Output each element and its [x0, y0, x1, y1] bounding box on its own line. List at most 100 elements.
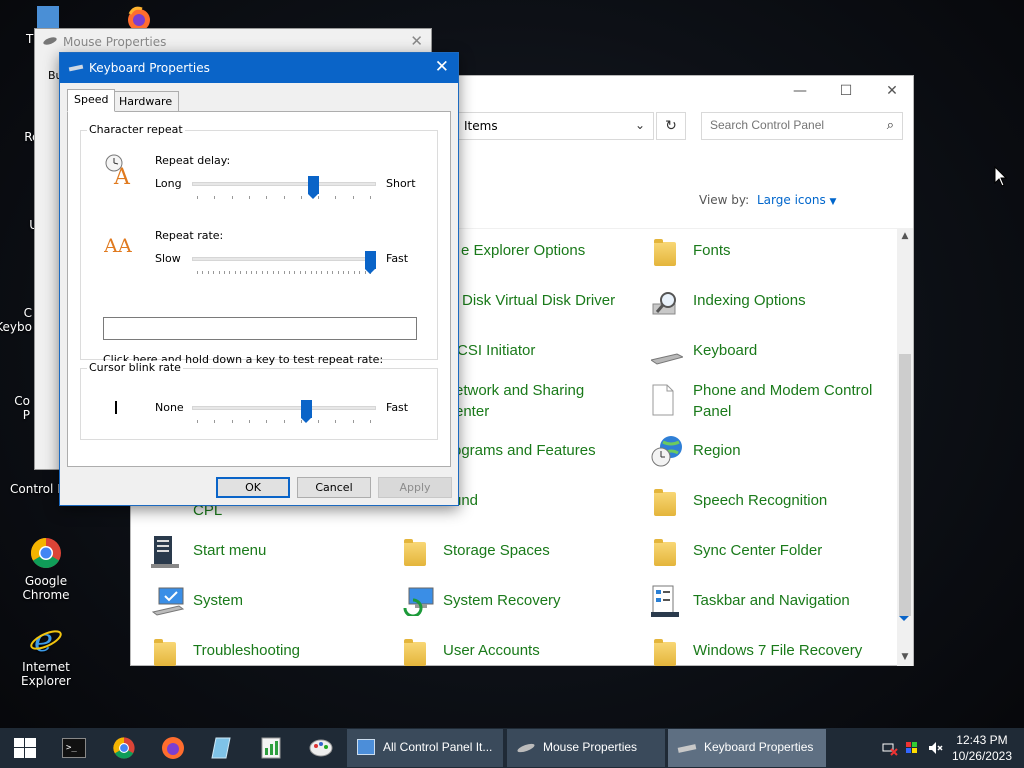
- system-clock[interactable]: 12:43 PM 10/26/2023: [952, 732, 1012, 764]
- repeat-delay-icon: A: [104, 152, 136, 190]
- close-button[interactable]: ✕: [435, 57, 449, 77]
- slider-tick: [261, 271, 263, 274]
- refresh-button[interactable]: ↻: [656, 112, 686, 140]
- cp-item-storage-spaces[interactable]: Storage Spaces: [404, 539, 550, 566]
- desktop-icon-chrome[interactable]: Google Chrome: [4, 536, 88, 602]
- cp-item-indexing-options[interactable]: Indexing Options: [652, 290, 806, 315]
- terminal-icon[interactable]: >_: [62, 738, 86, 758]
- minimize-button[interactable]: —: [777, 78, 823, 104]
- slider-track: [192, 182, 376, 186]
- folder-icon: [401, 539, 429, 568]
- maximize-button[interactable]: ☐: [823, 78, 869, 104]
- spreadsheet-icon[interactable]: [259, 736, 283, 760]
- tab-hardware[interactable]: Hardware: [112, 91, 180, 112]
- slider-thumb[interactable]: [307, 176, 319, 199]
- slider-tick: [283, 196, 285, 199]
- cp-item-phone-modem[interactable]: Phone and Modem Control Panel: [652, 380, 872, 422]
- slider-tick: [248, 420, 250, 423]
- system-icon: [151, 586, 185, 616]
- cp-item-iscsi-disk[interactable]: Disk Virtual Disk Driver: [462, 290, 615, 311]
- title-bar[interactable]: Keyboard Properties ✕: [60, 53, 458, 83]
- slider-tick: [213, 271, 215, 274]
- volume-muted-icon[interactable]: [928, 740, 944, 756]
- folder-icon: [651, 489, 679, 518]
- slider-tick: [337, 271, 339, 274]
- cp-item-label: CSI Initiator: [457, 342, 536, 359]
- tab-speed[interactable]: Speed: [67, 89, 116, 112]
- cp-item-keyboard[interactable]: Keyboard: [649, 340, 757, 365]
- cp-item-start-menu[interactable]: Start menu: [151, 536, 266, 568]
- folder-icon: [151, 639, 179, 666]
- cp-item-network-sharing[interactable]: etwork and Sharing enter: [455, 380, 584, 422]
- desktop-icon-label: Internet Explorer: [21, 660, 71, 688]
- refresh-icon: ↻: [665, 118, 677, 134]
- paint-icon[interactable]: [308, 736, 333, 760]
- cp-item-taskbar-navigation[interactable]: Taskbar and Navigation: [651, 585, 850, 617]
- start-button[interactable]: [14, 738, 36, 758]
- slider-tick: [202, 271, 204, 274]
- cp-item-label: Indexing Options: [693, 292, 806, 309]
- test-repeat-field[interactable]: [103, 317, 417, 340]
- cp-item-speech-recognition[interactable]: Speech Recognition: [654, 489, 827, 516]
- search-icon[interactable]: ⌕: [887, 118, 894, 133]
- view-by-dropdown[interactable]: Large icons ▼: [757, 193, 836, 207]
- vertical-scrollbar[interactable]: ▲ ▼: [897, 228, 913, 666]
- color-display-icon[interactable]: [905, 740, 921, 756]
- desktop-icon-ie[interactable]: e Internet Explorer: [4, 621, 88, 688]
- cp-item-label: Taskbar and Navigation: [693, 592, 850, 609]
- slider-tick: [300, 196, 302, 199]
- slider-thumb[interactable]: [300, 400, 312, 423]
- close-button[interactable]: ✕: [869, 78, 915, 104]
- clock-time: 12:43 PM: [956, 733, 1008, 747]
- cp-item-user-accounts[interactable]: User Accounts: [404, 639, 540, 666]
- taskbar-task-mouse-properties[interactable]: Mouse Properties: [507, 729, 665, 767]
- search-box[interactable]: ⌕: [701, 112, 903, 140]
- tab-page-speed: Character repeat A Repeat delay: Long Sh…: [67, 111, 451, 467]
- address-bar[interactable]: Items ⌄: [449, 112, 654, 140]
- slider-thumb[interactable]: [365, 251, 376, 274]
- taskbar-task-keyboard-properties[interactable]: Keyboard Properties: [668, 729, 826, 767]
- cancel-button[interactable]: Cancel: [297, 477, 371, 498]
- chevron-down-icon[interactable]: ⌄: [635, 118, 645, 132]
- repeat-delay-label: Repeat delay:: [155, 154, 231, 167]
- cp-item-label: Storage Spaces: [443, 542, 550, 559]
- taskbar-icon: [651, 584, 679, 617]
- notepad-icon[interactable]: [210, 736, 234, 760]
- cursor-blink-slider[interactable]: [192, 398, 376, 428]
- cp-item-label: User Accounts: [443, 642, 540, 659]
- close-button[interactable]: ✕: [410, 32, 423, 50]
- cp-item-system[interactable]: System: [151, 587, 244, 616]
- firefox-icon[interactable]: [161, 736, 185, 760]
- cp-item-region[interactable]: Region: [651, 436, 741, 467]
- slider-tick: [256, 271, 258, 274]
- ok-button[interactable]: OK: [216, 477, 290, 498]
- slider-tick: [266, 196, 268, 199]
- cp-item-programs-features[interactable]: ograms and Features: [453, 440, 596, 461]
- search-input[interactable]: [710, 118, 870, 132]
- repeat-delay-slider[interactable]: [192, 174, 376, 204]
- cp-item-fonts[interactable]: Fonts: [654, 239, 731, 266]
- group-legend: Cursor blink rate: [87, 361, 183, 374]
- cp-item-internet-options[interactable]: e Explorer Options: [461, 240, 585, 261]
- cp-item-windows7-file-recovery[interactable]: Windows 7 File Recovery: [654, 639, 862, 666]
- keyboard-icon: [677, 744, 697, 753]
- scroll-up-arrow[interactable]: ▲: [897, 231, 913, 241]
- cp-item-iscsi-initiator[interactable]: CSI Initiator: [457, 340, 535, 361]
- apply-button[interactable]: Apply: [378, 477, 452, 498]
- cp-item-system-recovery[interactable]: System Recovery: [403, 587, 561, 618]
- chrome-icon[interactable]: [112, 736, 136, 760]
- view-by-value: Large icons: [757, 193, 826, 207]
- cp-item-label: System: [193, 592, 244, 609]
- chrome-icon: [29, 536, 63, 570]
- firefox-desktop-icon[interactable]: [124, 6, 154, 31]
- scrollbar-thumb[interactable]: [899, 354, 911, 621]
- cp-item-troubleshooting[interactable]: Troubleshooting: [154, 639, 300, 666]
- mouse-icon: [42, 35, 58, 47]
- slider-tick: [207, 271, 209, 274]
- taskbar-task-control-panel[interactable]: All Control Panel It...: [347, 729, 503, 767]
- cp-item-sync-center[interactable]: Sync Center Folder: [654, 539, 822, 566]
- windows-logo-icon: [14, 738, 36, 758]
- network-disconnected-icon[interactable]: [882, 740, 898, 756]
- repeat-rate-slider[interactable]: [192, 249, 376, 279]
- scroll-down-arrow[interactable]: ▼: [897, 652, 913, 662]
